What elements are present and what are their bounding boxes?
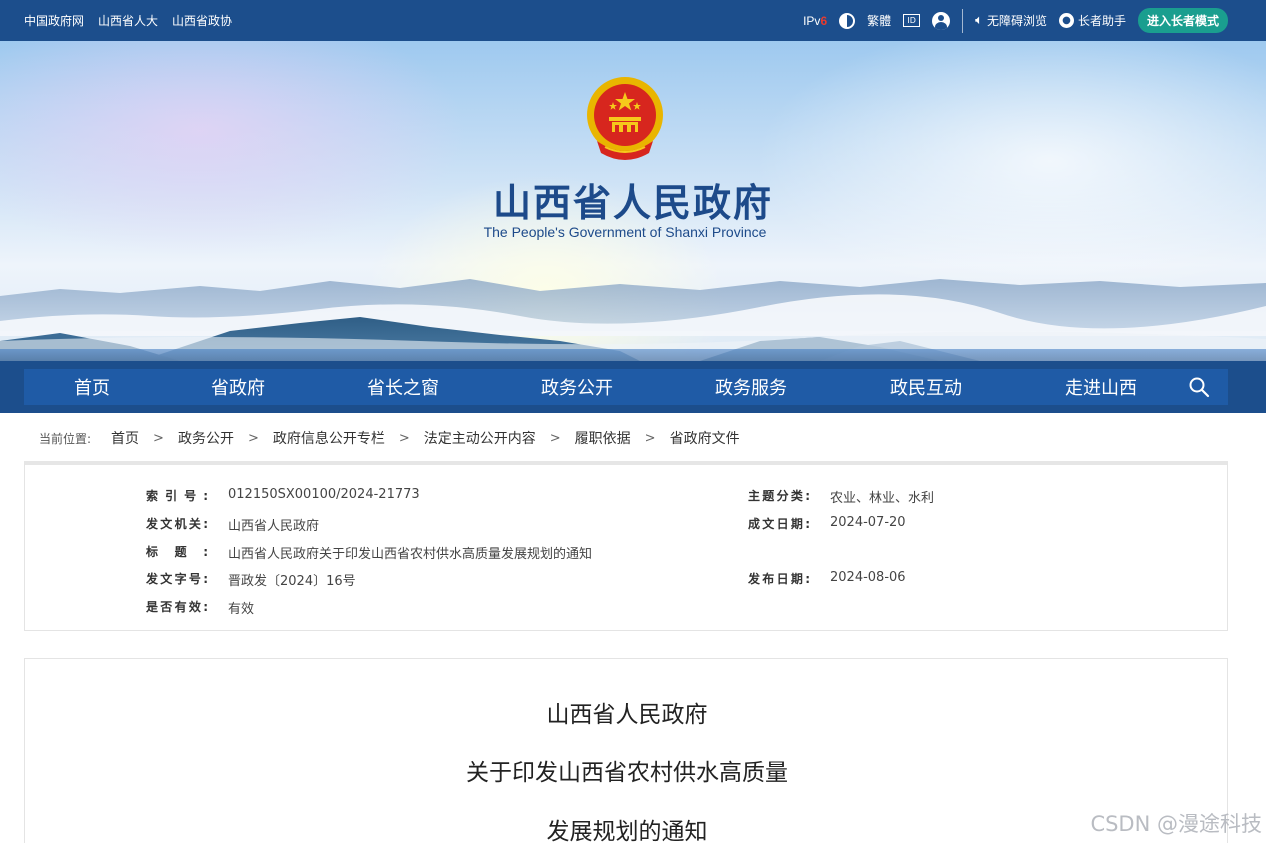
meta-publish-date-value: 2024-08-06 xyxy=(830,570,906,585)
meta-issuer-value: 山西省人民政府 xyxy=(228,519,320,534)
breadcrumb-label: 当前位置: xyxy=(39,431,92,446)
nav-item-about-shanxi[interactable]: 走进山西 xyxy=(1014,374,1188,400)
breadcrumb: 当前位置: 首页 > 政务公开 > 政府信息公开专栏 > 法定主动公开内容 > … xyxy=(39,428,740,448)
national-emblem-icon xyxy=(587,77,663,160)
document-body: 山西省人民政府 关于印发山西省农村供水高质量 发展规划的通知 xyxy=(24,658,1228,843)
meta-issuer-key: 发文机关: xyxy=(146,517,208,531)
breadcrumb-item-gov-docs[interactable]: 省政府文件 xyxy=(670,428,740,448)
government-title: 山西省人民政府 xyxy=(492,180,773,225)
breadcrumb-separator: > xyxy=(398,430,410,446)
ipv6-label: IPv xyxy=(803,13,821,28)
main-nav-bar: 首页 省政府 省长之窗 政务公开 政务服务 政民互动 走进山西 xyxy=(24,369,1228,405)
user-icon[interactable] xyxy=(932,11,951,30)
top-tools: IPv6 繁體 ID 🔈︎ 无障碍浏览 ● 长者助手 进入长者模式 xyxy=(803,8,1228,33)
search-icon[interactable] xyxy=(1188,376,1210,398)
nav-item-home[interactable]: 首页 xyxy=(24,374,160,400)
meta-doc-number: 发文字号: 晋政发〔2024〕16号 xyxy=(146,570,356,589)
elder-helper-button[interactable]: ● 长者助手 xyxy=(1058,12,1126,29)
government-subtitle: The People's Government of Shanxi Provin… xyxy=(483,224,767,240)
nav-item-governor[interactable]: 省长之窗 xyxy=(316,374,490,400)
meta-title-value: 山西省人民政府关于印发山西省农村供水高质量发展规划的通知 xyxy=(228,547,593,562)
nav-item-gov-affairs-open[interactable]: 政务公开 xyxy=(490,374,664,400)
document-metadata: 索引号: 012150SX00100/2024-21773 主题分类: 农业、林… xyxy=(24,461,1228,631)
nav-item-interaction[interactable]: 政民互动 xyxy=(838,374,1014,400)
top-bar: 中国政府网 山西省人大 山西省政协 IPv6 繁體 ID 🔈︎ 无障碍浏览 ● … xyxy=(0,0,1266,41)
document-title-line-3: 发展规划的通知 xyxy=(546,819,708,843)
breadcrumb-separator: > xyxy=(644,430,656,446)
breadcrumb-item-gov-affairs[interactable]: 政务公开 xyxy=(178,428,234,448)
nav-item-provincial-gov[interactable]: 省政府 xyxy=(160,374,316,400)
contrast-icon[interactable] xyxy=(839,12,856,29)
top-links: 中国政府网 山西省人大 山西省政协 xyxy=(24,12,232,29)
link-china-gov[interactable]: 中国政府网 xyxy=(24,12,84,29)
main-nav: 首页 省政府 省长之窗 政务公开 政务服务 政民互动 走进山西 xyxy=(0,361,1266,413)
meta-validity-key: 是否有效: xyxy=(146,600,208,614)
breadcrumb-separator: > xyxy=(247,430,259,446)
meta-written-date-value: 2024-07-20 xyxy=(830,515,906,530)
meta-index-key: 索引号: xyxy=(146,489,208,503)
ipv6-badge: IPv6 xyxy=(803,14,827,28)
breadcrumb-item-info-column[interactable]: 政府信息公开专栏 xyxy=(273,428,385,448)
ipv6-label-accent: 6 xyxy=(820,13,828,28)
document-title-line-2: 关于印发山西省农村供水高质量 xyxy=(466,760,788,786)
id-card-icon[interactable]: ID xyxy=(903,14,921,27)
accessibility-label: 无障碍浏览 xyxy=(986,14,1047,28)
link-shanxi-cppcc[interactable]: 山西省政协 xyxy=(172,12,232,29)
meta-topic-key: 主题分类: xyxy=(748,489,810,503)
breadcrumb-separator: > xyxy=(549,430,561,446)
toolbar-divider xyxy=(962,8,964,33)
elder-helper-label: 长者助手 xyxy=(1077,14,1126,28)
meta-topic-value: 农业、林业、水利 xyxy=(830,491,935,506)
breadcrumb-item-duty-basis[interactable]: 履职依据 xyxy=(575,428,631,448)
meta-topic: 主题分类: 农业、林业、水利 xyxy=(748,487,934,506)
document-title-line-1: 山西省人民政府 xyxy=(546,702,708,728)
meta-doc-number-value: 晋政发〔2024〕16号 xyxy=(228,574,356,589)
speaker-icon: 🔈︎ xyxy=(975,13,983,28)
meta-index-value: 012150SX00100/2024-21773 xyxy=(228,487,420,502)
nav-item-gov-services[interactable]: 政务服务 xyxy=(664,374,838,400)
traditional-chinese-button[interactable]: 繁體 xyxy=(867,12,891,29)
link-shanxi-npc[interactable]: 山西省人大 xyxy=(98,12,158,29)
breadcrumb-item-statutory[interactable]: 法定主动公开内容 xyxy=(424,428,536,448)
banner: 山西省人民政府 The People's Government of Shanx… xyxy=(0,41,1266,361)
elder-helper-icon: ● xyxy=(1058,13,1074,28)
meta-issuer: 发文机关: 山西省人民政府 xyxy=(146,515,319,534)
meta-index: 索引号: 012150SX00100/2024-21773 xyxy=(146,487,420,504)
accessibility-button[interactable]: 🔈︎ 无障碍浏览 xyxy=(975,12,1047,29)
breadcrumb-item-home[interactable]: 首页 xyxy=(111,428,139,448)
meta-written-date: 成文日期: 2024-07-20 xyxy=(748,515,906,532)
meta-publish-date: 发布日期: 2024-08-06 xyxy=(748,570,906,587)
watermark: CSDN @漫途科技 xyxy=(1090,812,1262,836)
meta-doc-number-key: 发文字号: xyxy=(146,572,208,586)
meta-written-date-key: 成文日期: xyxy=(748,517,810,531)
meta-publish-date-key: 发布日期: xyxy=(748,572,810,586)
breadcrumb-separator: > xyxy=(153,430,164,446)
meta-title-key: 标题: xyxy=(146,545,208,559)
meta-title: 标题: 山西省人民政府关于印发山西省农村供水高质量发展规划的通知 xyxy=(146,543,592,562)
elder-mode-button[interactable]: 进入长者模式 xyxy=(1137,8,1228,33)
meta-validity: 是否有效: 有效 xyxy=(146,598,254,617)
meta-validity-value: 有效 xyxy=(228,602,255,617)
